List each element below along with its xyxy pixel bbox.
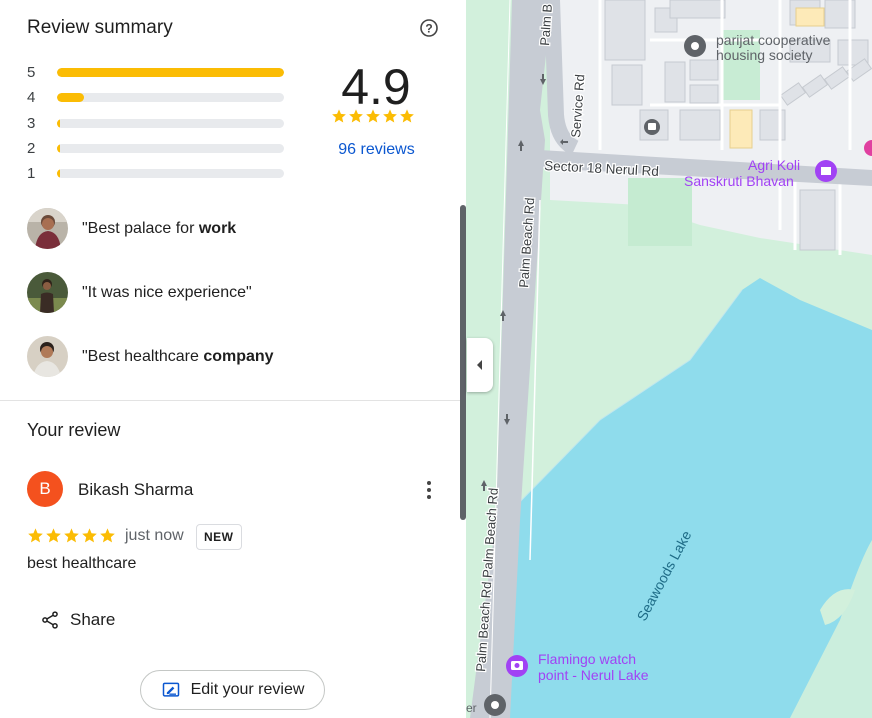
reviewer-photo [27, 272, 68, 313]
svg-text:?: ? [425, 21, 432, 35]
share-button[interactable]: Share [40, 610, 115, 630]
rating-bar-row[interactable]: 4 [27, 85, 287, 110]
rating-bar-label: 1 [27, 165, 36, 183]
photo-point-icon[interactable] [506, 655, 528, 677]
reviews-count-link[interactable]: 96 reviews [318, 141, 435, 159]
user-name[interactable]: Bikash Sharma [78, 480, 193, 500]
edit-review-button[interactable]: Edit your review [140, 670, 325, 710]
rating-bar-row[interactable]: 3 [27, 111, 287, 136]
help-icon[interactable]: ? [419, 18, 439, 38]
rating-bar-row[interactable]: 2 [27, 136, 287, 161]
rating-bar-track [57, 118, 284, 128]
rating-bar-fill [57, 118, 61, 128]
star-icon [28, 528, 43, 543]
reviewer-photo [27, 336, 68, 377]
star-icon [82, 528, 97, 543]
section-divider [0, 400, 460, 401]
map-label-parijat-2: housing society [716, 47, 813, 63]
star-icon [332, 109, 346, 123]
my-rating-stars [27, 527, 116, 544]
rating-bar-fill [57, 68, 284, 78]
map-label-agri-2: Sanskruti Bhavan [684, 173, 794, 189]
place-pin-icon[interactable] [484, 694, 506, 716]
rating-bar-label: 5 [27, 64, 36, 82]
rating-bar-label: 3 [27, 114, 36, 132]
chevron-left-icon [477, 360, 482, 370]
map-label-flamingo-1: Flamingo watch [538, 651, 636, 667]
review-snippet[interactable]: "Best healthcare company [27, 336, 274, 377]
share-label: Share [70, 610, 116, 629]
place-pin-icon[interactable] [684, 35, 706, 57]
collapse-panel-button[interactable] [467, 338, 493, 392]
review-text: best healthcare [27, 555, 137, 572]
rating-bar-label: 2 [27, 140, 36, 158]
star-icon [383, 109, 397, 123]
star-icon [64, 528, 79, 543]
more-options-button[interactable] [418, 478, 440, 502]
rating-bar-track [57, 169, 284, 179]
rating-bar-track [57, 68, 284, 78]
map-label-edge: er [466, 701, 477, 715]
review-panel: Review summary ? 54321 4.9 96 reviews "B… [0, 0, 466, 718]
rating-bar-fill [57, 93, 85, 103]
edit-review-label: Edit your review [190, 681, 305, 698]
rating-bar-fill [57, 144, 61, 154]
map-label-flamingo-2: point - Nerul Lake [538, 667, 649, 683]
map-label-agri-1: Agri Koli [748, 157, 800, 173]
landmark-pin-icon[interactable] [815, 160, 837, 182]
share-icon [42, 611, 58, 629]
snippet-text: "Best palace for work [82, 219, 237, 237]
rating-bar-row[interactable]: 5 [27, 60, 287, 85]
user-avatar[interactable]: B [27, 471, 63, 507]
snippet-text: "It was nice experience" [82, 283, 252, 301]
new-badge: NEW [196, 524, 242, 550]
star-icon [100, 528, 115, 543]
review-time: just now [125, 527, 184, 544]
map-view[interactable]: Palm Beach Rd Palm Beach Rd Palm Beach R… [466, 0, 872, 718]
review-snippet[interactable]: "It was nice experience" [27, 272, 252, 313]
rating-bar-track [57, 93, 284, 103]
snippet-text: "Best healthcare company [82, 347, 274, 365]
star-icon [46, 528, 61, 543]
average-rating-stars [331, 108, 415, 124]
star-icon [349, 109, 363, 123]
map-label-parijat-1: parijat cooperative [716, 32, 831, 48]
rating-bar-row[interactable]: 1 [27, 161, 287, 186]
rating-bar-label: 4 [27, 89, 36, 107]
star-icon [400, 109, 414, 123]
your-review-title: Your review [27, 420, 121, 440]
reviewer-photo [27, 208, 68, 249]
edit-review-icon [162, 682, 179, 697]
rating-bar-track [57, 144, 284, 154]
star-icon [366, 109, 380, 123]
map-label-palm-beach-top: Palm B [537, 3, 555, 46]
bus-stop-icon[interactable] [644, 119, 660, 135]
review-snippet[interactable]: "Best palace for work [27, 208, 236, 249]
rating-distribution: 5 4 3 2 1 [27, 60, 287, 186]
review-summary-title: Review summary [27, 17, 173, 38]
rating-bar-fill [57, 169, 61, 179]
